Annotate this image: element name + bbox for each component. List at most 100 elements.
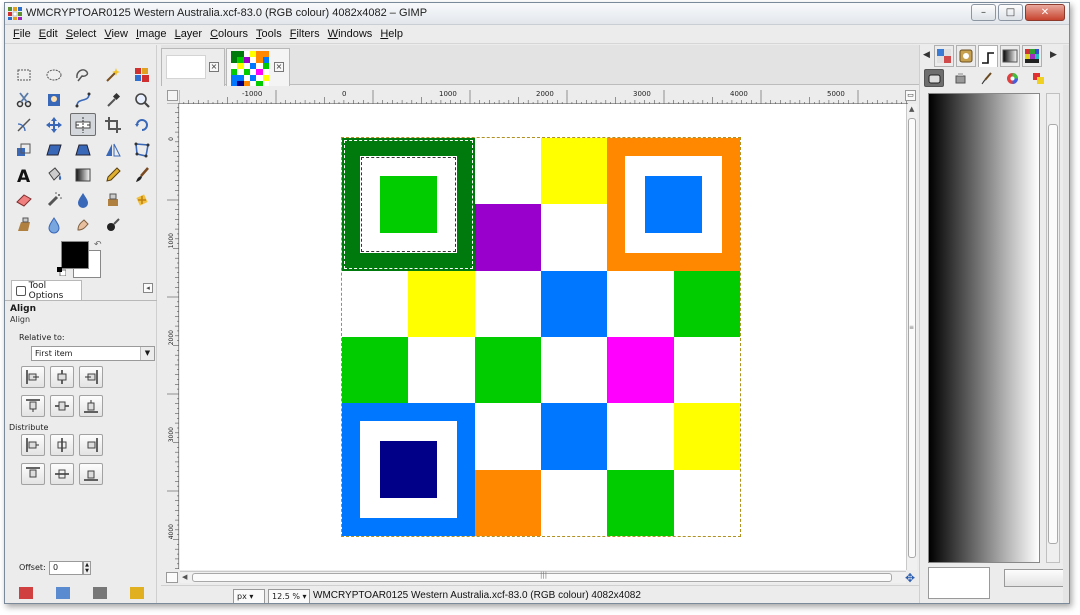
paths-tool[interactable] [70, 88, 96, 111]
measure-tool[interactable] [11, 113, 37, 136]
distribute-middle-button[interactable] [50, 463, 74, 485]
foreground-select-tool[interactable] [41, 88, 67, 111]
tab-paint-dynamics[interactable] [978, 45, 998, 67]
image-tab-qr[interactable]: × [226, 48, 290, 87]
scroll-left-icon[interactable]: ◀ [182, 573, 187, 581]
distribute-left-button[interactable] [21, 434, 45, 456]
dock-action-button[interactable] [1004, 569, 1064, 587]
fuzzy-select-tool[interactable] [100, 63, 126, 86]
menu-tools[interactable]: Tools [252, 25, 286, 43]
paintbrush-tool[interactable] [129, 163, 155, 186]
scissors-tool[interactable] [11, 88, 37, 111]
navigate-icon[interactable]: ✥ [905, 571, 915, 585]
align-center-button[interactable] [50, 366, 74, 388]
menu-windows[interactable]: Windows [324, 25, 377, 43]
ellipse-select-tool[interactable] [41, 63, 67, 86]
move-tool[interactable] [41, 113, 67, 136]
foreground-color-swatch[interactable] [61, 241, 89, 269]
tab-patterns[interactable] [934, 45, 954, 67]
dodge-burn-tool[interactable] [100, 213, 126, 236]
tab-colors[interactable] [1028, 69, 1048, 87]
align-tool[interactable] [70, 113, 96, 136]
menu-filters[interactable]: Filters [286, 25, 324, 43]
tab-tool-options[interactable]: Tool Options [11, 280, 82, 301]
scroll-thumb[interactable] [908, 118, 916, 558]
unit-select[interactable]: px ▾ [233, 589, 265, 603]
distribute-bottom-button[interactable] [79, 463, 103, 485]
clone-tool[interactable] [100, 188, 126, 211]
menu-colours[interactable]: Colours [206, 25, 252, 43]
scroll-up-icon[interactable]: ▲ [909, 105, 914, 113]
horizontal-ruler[interactable]: -1000 0 1000 2000 3000 4000 5000 [179, 90, 908, 104]
tab-menu-button[interactable]: ◂ [143, 283, 153, 293]
image-tab-blank[interactable]: × [161, 48, 225, 86]
tab-palettes[interactable] [1022, 45, 1042, 67]
close-icon[interactable]: × [274, 62, 284, 72]
qr-image[interactable] [341, 137, 741, 537]
tab-color-wheel[interactable] [1002, 69, 1022, 87]
image-canvas[interactable] [180, 104, 906, 570]
delete-options-icon[interactable] [93, 587, 107, 599]
tab-scroll-left-icon[interactable]: ◀ [923, 50, 930, 60]
scroll-thumb[interactable] [1048, 124, 1058, 544]
rotate-tool[interactable] [129, 113, 155, 136]
zoom-tool[interactable] [129, 88, 155, 111]
blur-tool[interactable] [41, 213, 67, 236]
horizontal-scrollbar[interactable]: ◀ ||| [180, 571, 906, 583]
dock-scrollbar[interactable] [1046, 93, 1060, 563]
align-right-edge-button[interactable] [79, 366, 103, 388]
align-middle-button[interactable] [50, 395, 74, 417]
scale-tool[interactable] [11, 138, 37, 161]
flip-tool[interactable] [100, 138, 126, 161]
menu-edit[interactable]: Edit [35, 25, 62, 43]
tab-scroll-right-icon[interactable]: ▶ [1050, 50, 1057, 60]
finder-top-right[interactable] [607, 138, 740, 271]
finder-top-left[interactable] [342, 138, 475, 271]
distribute-top-button[interactable] [21, 463, 45, 485]
zoom-follow-toggle[interactable]: ▭ [905, 90, 916, 101]
tab-device-status[interactable] [950, 69, 970, 87]
save-options-icon[interactable] [19, 587, 33, 599]
crop-tool[interactable] [100, 113, 126, 136]
swap-colors-icon[interactable]: ↶ [94, 240, 102, 250]
vertical-ruler[interactable]: 0 1000 2000 3000 4000 [167, 103, 179, 569]
quick-mask-toggle[interactable] [166, 572, 178, 583]
airbrush-tool[interactable] [41, 188, 67, 211]
menu-view[interactable]: View [100, 25, 132, 43]
text-tool[interactable]: A [11, 163, 37, 186]
offset-stepper[interactable]: ▲ ▼ [83, 561, 91, 575]
dock-preview-box[interactable] [928, 567, 990, 599]
cage-tool[interactable] [129, 138, 155, 161]
heal-tool[interactable] [129, 188, 155, 211]
distribute-center-button[interactable] [50, 434, 74, 456]
reset-options-icon[interactable] [130, 587, 144, 599]
gradient-preview[interactable] [928, 93, 1040, 563]
tab-gradients[interactable] [1000, 45, 1020, 67]
menu-select[interactable]: Select [62, 25, 101, 43]
ruler-corner[interactable] [167, 90, 178, 101]
distribute-right-button[interactable] [79, 434, 103, 456]
tab-brush[interactable] [976, 69, 996, 87]
close-icon[interactable]: × [209, 62, 219, 72]
align-top-edge-button[interactable] [21, 395, 45, 417]
rect-select-tool[interactable] [11, 63, 37, 86]
align-left-edge-button[interactable] [21, 366, 45, 388]
eraser-tool[interactable] [11, 188, 37, 211]
tab-tool-options-2[interactable] [924, 69, 944, 87]
blend-tool[interactable] [70, 163, 96, 186]
vertical-scrollbar[interactable]: ▲ ≡ [906, 104, 917, 570]
tab-brushes[interactable] [956, 45, 976, 67]
zoom-select[interactable]: 12.5 % ▾ [268, 589, 310, 603]
smudge-tool[interactable] [70, 213, 96, 236]
relative-to-select[interactable]: First item ▼ [31, 346, 155, 361]
ink-tool[interactable] [70, 188, 96, 211]
menu-image[interactable]: Image [132, 25, 171, 43]
menu-help[interactable]: Help [376, 25, 407, 43]
minimize-button[interactable]: – [971, 4, 996, 21]
maximize-button[interactable]: □ [998, 4, 1023, 21]
align-bottom-edge-button[interactable] [79, 395, 103, 417]
shear-tool[interactable] [41, 138, 67, 161]
bucket-fill-tool[interactable] [41, 163, 67, 186]
select-by-color-tool[interactable] [129, 63, 155, 86]
offset-input[interactable]: 0 [49, 561, 83, 575]
